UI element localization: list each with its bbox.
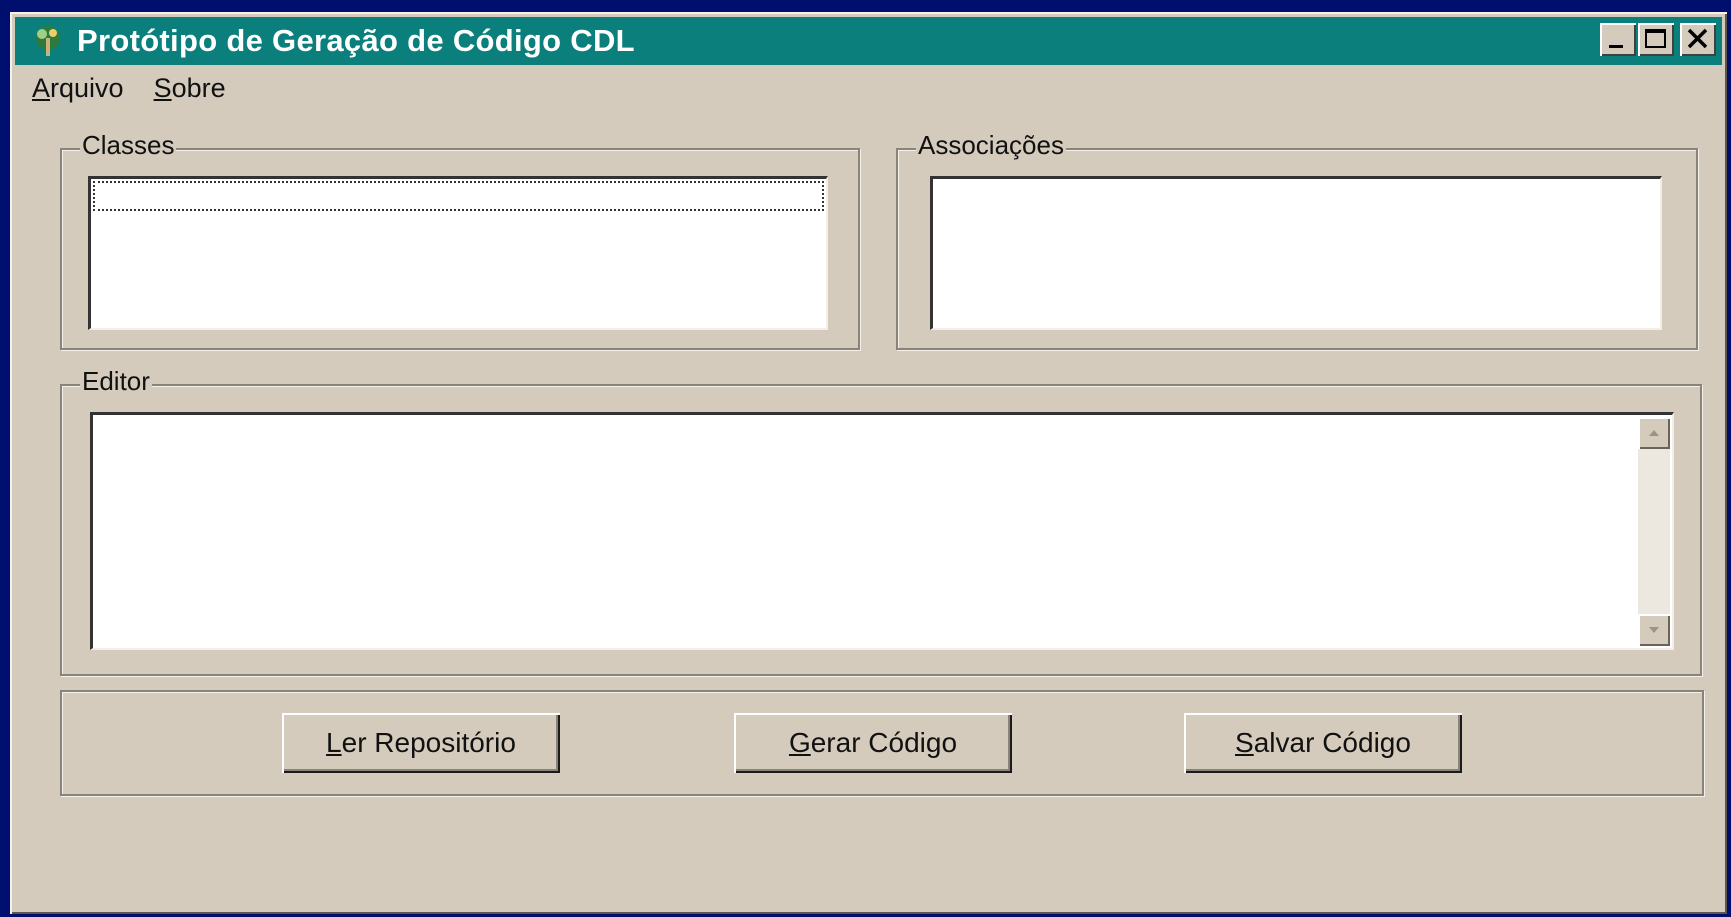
close-icon: [1687, 28, 1708, 49]
window-controls: [1600, 23, 1716, 56]
editor-group: Editor: [60, 366, 1702, 676]
menu-bar: Arquivo Sobre: [32, 68, 226, 108]
window-title: Protótipo de Geração de Código CDL: [77, 23, 635, 58]
arrow-up-icon: [1649, 430, 1659, 436]
editor-textarea[interactable]: [90, 412, 1674, 650]
salvar-accel: S: [1235, 727, 1254, 758]
ler-accel: L: [326, 727, 342, 758]
associacoes-label: Associações: [916, 130, 1066, 160]
gerar-codigo-button[interactable]: Gerar Código: [734, 713, 1012, 773]
classes-list[interactable]: [88, 176, 828, 330]
classes-label: Classes: [80, 130, 177, 160]
gerar-accel: G: [788, 727, 811, 758]
title-bar[interactable]: Protótipo de Geração de Código CDL: [15, 17, 1722, 65]
buttons-panel: Ler Repositório Gerar Código Salvar Códi…: [60, 690, 1704, 796]
scroll-down-button[interactable]: [1638, 614, 1670, 646]
ler-repositorio-button[interactable]: Ler Repositório: [282, 713, 560, 773]
classes-group: Classes: [60, 130, 860, 350]
salvar-codigo-button[interactable]: Salvar Código: [1184, 713, 1462, 773]
editor-label: Editor: [80, 366, 152, 396]
minimize-icon: [1609, 45, 1623, 48]
maximize-button[interactable]: [1638, 23, 1674, 56]
menu-arquivo-accel: A: [32, 72, 51, 103]
scroll-up-button[interactable]: [1638, 417, 1670, 449]
arrow-down-icon: [1649, 627, 1659, 633]
gerar-label: erar Código: [810, 727, 958, 758]
close-button[interactable]: [1680, 23, 1716, 56]
ler-label: er Repositório: [341, 727, 516, 758]
main-window: Protótipo de Geração de Código CDL Arqui…: [10, 12, 1727, 914]
associacoes-group: Associações: [896, 130, 1698, 350]
app-icon[interactable]: [29, 23, 67, 59]
menu-sobre[interactable]: Sobre: [154, 73, 226, 104]
maximize-icon: [1645, 29, 1666, 48]
salvar-label: alvar Código: [1253, 727, 1411, 758]
menu-arquivo[interactable]: Arquivo: [32, 73, 124, 104]
editor-scrollbar[interactable]: [1638, 417, 1670, 646]
classes-focus-row[interactable]: [93, 181, 824, 211]
menu-sobre-accel: S: [153, 72, 172, 103]
menu-sobre-label: obre: [171, 72, 226, 103]
associacoes-list[interactable]: [930, 176, 1662, 330]
menu-arquivo-label: rquivo: [50, 72, 124, 103]
minimize-button[interactable]: [1600, 23, 1636, 56]
